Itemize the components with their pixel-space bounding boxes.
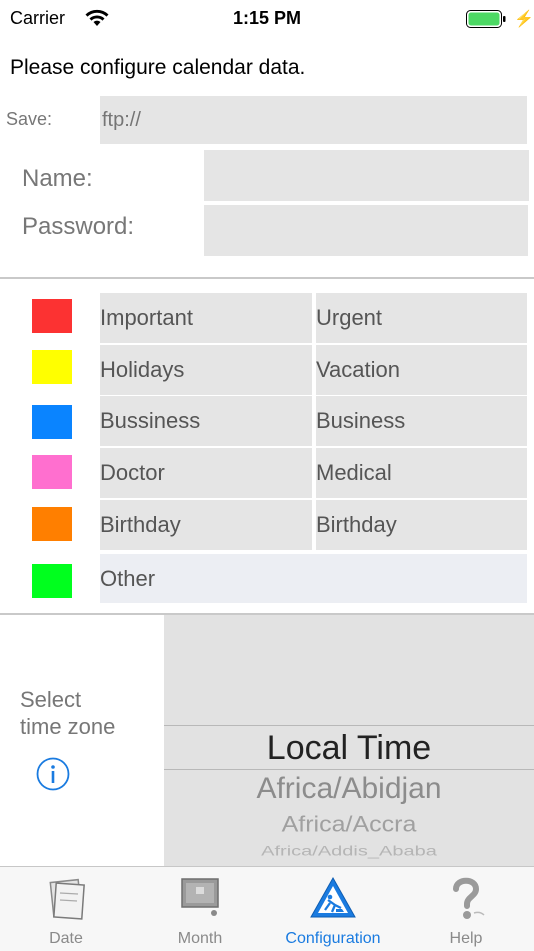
- timezone-label-line2: time zone: [20, 714, 116, 739]
- tab-date-label: Date: [49, 930, 83, 947]
- tab-bar: Date Month Configuration Help: [0, 866, 534, 951]
- color-swatch-doctor[interactable]: [32, 455, 72, 489]
- picker-option[interactable]: Africa/Addis_Ababa: [164, 843, 534, 859]
- charging-bolt-icon: ⚡: [514, 11, 534, 28]
- category-value-important[interactable]: Urgent: [316, 293, 527, 343]
- category-value-doctor[interactable]: Medical: [316, 448, 527, 498]
- tab-month-label: Month: [177, 930, 223, 947]
- category-value-birthday[interactable]: Birthday: [316, 500, 527, 550]
- picker-selection-line: [164, 769, 534, 770]
- info-icon[interactable]: [36, 757, 70, 791]
- category-name-doctor[interactable]: Doctor: [100, 448, 312, 498]
- battery-icon: [466, 10, 506, 28]
- category-name-holidays[interactable]: Holidays: [100, 345, 312, 395]
- notepad-icon: [49, 878, 85, 920]
- name-input[interactable]: [204, 150, 529, 201]
- picker-option[interactable]: Africa/Abidjan: [164, 772, 534, 806]
- tab-configuration[interactable]: Configuration: [268, 867, 398, 951]
- category-value-business[interactable]: Business: [316, 396, 527, 446]
- calendar-board-icon: [181, 878, 219, 916]
- color-swatch-birthday[interactable]: [32, 507, 72, 541]
- password-input[interactable]: [204, 205, 528, 256]
- category-name-important[interactable]: Important: [100, 293, 312, 343]
- category-value-holidays[interactable]: Vacation: [316, 345, 527, 395]
- tab-month[interactable]: Month: [132, 867, 268, 951]
- status-time: 1:15 PM: [232, 8, 302, 28]
- category-name-business[interactable]: Bussiness: [100, 396, 312, 446]
- picker-option-selected[interactable]: Local Time: [164, 729, 534, 768]
- color-swatch-important[interactable]: [32, 299, 72, 333]
- timezone-label-line1: Select: [20, 687, 82, 712]
- category-name-other[interactable]: Other: [100, 554, 527, 603]
- page-prompt: Please configure calendar data.: [10, 56, 306, 79]
- timezone-picker[interactable]: Local Time Africa/Abidjan Africa/Accra A…: [164, 615, 534, 867]
- timezone-label: Select time zone: [20, 686, 115, 740]
- construction-sign-icon: [310, 876, 356, 918]
- status-bar: Carrier 1:15 PM ⚡: [0, 0, 534, 38]
- picker-selection-line: [164, 725, 534, 726]
- divider: [0, 277, 534, 279]
- tab-help-label: Help: [449, 930, 483, 947]
- name-label: Name:: [22, 165, 93, 192]
- picker-option[interactable]: Africa/Accra: [164, 811, 534, 837]
- color-swatch-business[interactable]: [32, 405, 72, 439]
- save-url-input[interactable]: [100, 96, 527, 144]
- color-swatch-holidays[interactable]: [32, 350, 72, 384]
- password-label: Password:: [22, 213, 135, 240]
- category-name-birthday[interactable]: Birthday: [100, 500, 312, 550]
- color-swatch-other[interactable]: [32, 564, 72, 598]
- save-label: Save:: [6, 109, 53, 129]
- tab-configuration-label: Configuration: [285, 930, 381, 947]
- tab-date[interactable]: Date: [0, 867, 132, 951]
- question-mark-icon: [453, 877, 485, 919]
- tab-help[interactable]: Help: [398, 867, 534, 951]
